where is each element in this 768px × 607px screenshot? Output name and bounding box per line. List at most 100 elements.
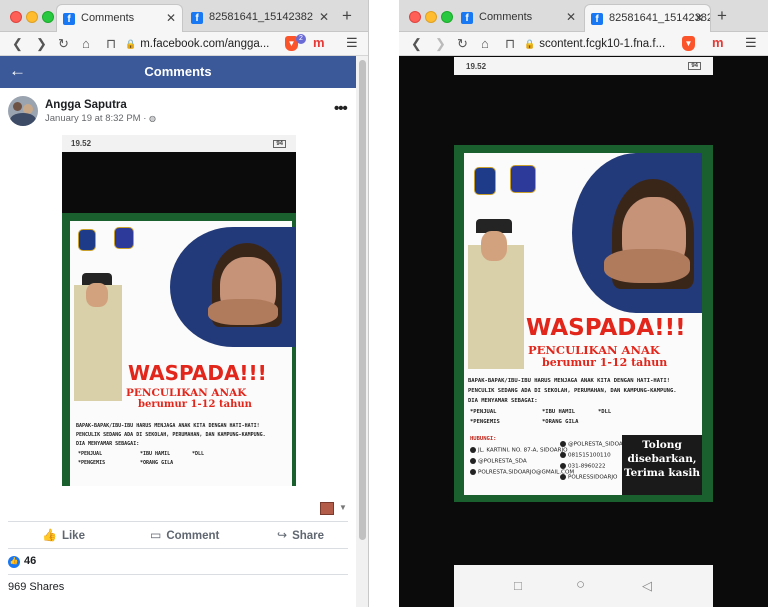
contact-text: JL. KARTINI, NO. 87-A, SIDOARJO bbox=[478, 447, 568, 454]
scrollbar-thumb[interactable] bbox=[359, 60, 366, 540]
like-count[interactable]: 46 bbox=[24, 555, 36, 567]
share-button[interactable]: ↪ Share bbox=[277, 528, 324, 542]
contact-line: POLRESTA.SIDOARJO@GMAIL.COM bbox=[470, 469, 574, 476]
close-window-button[interactable] bbox=[10, 11, 22, 23]
contact-text: @POLRESTA_SDA bbox=[478, 458, 527, 465]
poster-footer-line: Terima kasih bbox=[624, 467, 700, 479]
phone-status-bar: 19.52 94 bbox=[62, 135, 296, 152]
new-tab-button[interactable]: + bbox=[717, 6, 727, 26]
facebook-icon: f bbox=[591, 13, 603, 25]
bookmark-icon[interactable]: ⊓ bbox=[505, 35, 515, 52]
full-image[interactable]: WASPADA!!! PENCULIKAN ANAK berumur 1-12 … bbox=[454, 145, 713, 502]
contact-line: JL. KARTINI, NO. 87-A, SIDOARJO bbox=[470, 447, 568, 454]
poster-disguise: *IBU HAMIL bbox=[140, 451, 171, 457]
poster-body-line: PENCULIK SEDANG ADA DI SEKOLAH, PERUMAHA… bbox=[468, 388, 677, 394]
poster-body-line: DIA MENYAMAR SEBAGAI: bbox=[76, 441, 140, 447]
forward-icon[interactable]: ❯ bbox=[435, 35, 446, 52]
share-count[interactable]: 969 Shares bbox=[8, 581, 64, 593]
poster-footer-line: Tolong bbox=[642, 439, 682, 451]
post-date-text: January 19 at 8:32 PM bbox=[45, 113, 141, 124]
home-icon[interactable]: ⌂ bbox=[481, 35, 489, 52]
poster: WASPADA!!! PENCULIKAN ANAK berumur 1-12 … bbox=[454, 145, 713, 502]
poster-disguise: *ORANG GILA bbox=[140, 460, 174, 466]
poster-subheadline: PENCULIKAN ANAK bbox=[126, 387, 247, 399]
chevron-down-icon[interactable]: ▼ bbox=[339, 503, 347, 512]
poster-footer-line: disebarkan, bbox=[627, 453, 697, 465]
poster-disguise: *DLL bbox=[598, 409, 612, 415]
home-icon[interactable]: ⌂ bbox=[82, 35, 90, 52]
close-tab-icon[interactable]: ✕ bbox=[166, 11, 176, 25]
address-bar[interactable]: 🔒 m.facebook.com/angga... bbox=[125, 35, 275, 53]
thumbs-up-icon: 👍 bbox=[42, 528, 57, 542]
more-options-icon[interactable]: ••• bbox=[334, 100, 348, 117]
brave-shield-icon[interactable]: ▼ bbox=[682, 36, 695, 51]
lock-icon: 🔒 bbox=[524, 39, 536, 49]
menu-icon[interactable]: ☰ bbox=[346, 35, 358, 51]
avatar[interactable] bbox=[8, 96, 38, 126]
tab-image[interactable]: f 82581641_15142382 ✕ bbox=[185, 4, 335, 32]
tab-image[interactable]: f 82581641_15142382 ✕ bbox=[584, 4, 711, 32]
share-icon: ↪ bbox=[277, 528, 288, 542]
poster-disguise: *PENGEMIS bbox=[78, 460, 106, 466]
divider bbox=[8, 521, 348, 522]
new-tab-button[interactable]: + bbox=[342, 6, 352, 26]
back-icon[interactable]: ❮ bbox=[411, 35, 422, 52]
left-browser-window: f Comments ✕ f 82581641_15142382 ✕ + ❮ ❯… bbox=[0, 0, 369, 607]
reaction-avatar-icon[interactable] bbox=[320, 502, 334, 515]
tab-label: Comments bbox=[479, 11, 533, 23]
reload-icon[interactable]: ↻ bbox=[457, 35, 468, 52]
back-triangle-icon[interactable]: ◁ bbox=[642, 578, 652, 594]
minimize-window-button[interactable] bbox=[425, 11, 437, 23]
battery-icon: 94 bbox=[688, 62, 701, 70]
extension-icon[interactable]: m bbox=[313, 35, 325, 50]
extension-icon[interactable]: m bbox=[712, 35, 724, 50]
tab-strip: f Comments ✕ f 82581641_15142382 ✕ + bbox=[0, 0, 368, 32]
poster: WASPADA!!! PENCULIKAN ANAK berumur 1-12 … bbox=[62, 213, 296, 486]
contact-text: 081515100110 bbox=[568, 452, 611, 459]
close-tab-icon[interactable]: ✕ bbox=[319, 10, 329, 24]
comment-icon: ▭ bbox=[150, 528, 162, 542]
tab-comments[interactable]: f Comments ✕ bbox=[455, 4, 582, 32]
poster-subheadline: PENCULIKAN ANAK bbox=[528, 343, 660, 357]
like-reaction-icon: 👍 bbox=[8, 556, 20, 568]
police-officer bbox=[468, 245, 524, 369]
zoom-window-button[interactable] bbox=[42, 11, 54, 23]
close-tab-icon[interactable]: ✕ bbox=[694, 11, 704, 25]
forward-icon[interactable]: ❯ bbox=[36, 35, 47, 52]
browser-toolbar: ❮ ❯ ↻ ⌂ ⊓ 🔒 m.facebook.com/angga... ▼ 2 m… bbox=[0, 32, 368, 56]
poster-headline: WASPADA!!! bbox=[128, 361, 267, 385]
contact-line: POLRESSIDOARJO bbox=[560, 474, 617, 481]
zoom-window-button[interactable] bbox=[441, 11, 453, 23]
divider bbox=[8, 548, 348, 549]
covering-hand bbox=[604, 249, 690, 283]
post-photo[interactable]: 19.52 94 WASPADA!!! PENCULIKAN ANAK beru… bbox=[62, 135, 296, 486]
poster-disguise: *ORANG GILA bbox=[542, 419, 579, 425]
address-bar[interactable]: 🔒 scontent.fcgk10-1.fna.f... bbox=[524, 35, 674, 53]
recent-apps-icon[interactable]: □ bbox=[514, 578, 522, 593]
share-label: Share bbox=[292, 530, 325, 542]
facebook-header: ← Comments bbox=[0, 56, 356, 88]
bookmark-icon[interactable]: ⊓ bbox=[106, 35, 116, 52]
home-button-icon[interactable]: ○ bbox=[576, 576, 585, 593]
poster-headline: WASPADA!!! bbox=[526, 315, 686, 341]
minimize-window-button[interactable] bbox=[26, 11, 38, 23]
post-author[interactable]: Angga Saputra bbox=[45, 99, 127, 111]
close-tab-icon[interactable]: ✕ bbox=[566, 10, 576, 24]
phone-nav-bar: □ ○ ◁ bbox=[454, 565, 713, 607]
covering-hand bbox=[208, 299, 278, 325]
menu-icon[interactable]: ☰ bbox=[745, 35, 757, 51]
officer-face bbox=[86, 283, 108, 307]
reload-icon[interactable]: ↻ bbox=[58, 35, 69, 52]
poster-body-line: PENCULIK SEDANG ADA DI SEKOLAH, PERUMAHA… bbox=[76, 432, 266, 438]
tab-strip: f Comments ✕ f 82581641_15142382 ✕ + bbox=[399, 0, 768, 32]
back-icon[interactable]: ❮ bbox=[12, 35, 23, 52]
comment-button[interactable]: ▭ Comment bbox=[150, 528, 219, 542]
close-window-button[interactable] bbox=[409, 11, 421, 23]
like-button[interactable]: 👍 Like bbox=[42, 528, 85, 542]
post-date[interactable]: January 19 at 8:32 PM · ◍ bbox=[45, 113, 156, 124]
comment-label: Comment bbox=[166, 530, 220, 542]
lock-icon: 🔒 bbox=[125, 39, 137, 49]
tab-comments[interactable]: f Comments ✕ bbox=[56, 4, 183, 32]
url-text: scontent.fcgk10-1.fna.f... bbox=[539, 38, 666, 50]
officer-face bbox=[481, 231, 507, 261]
